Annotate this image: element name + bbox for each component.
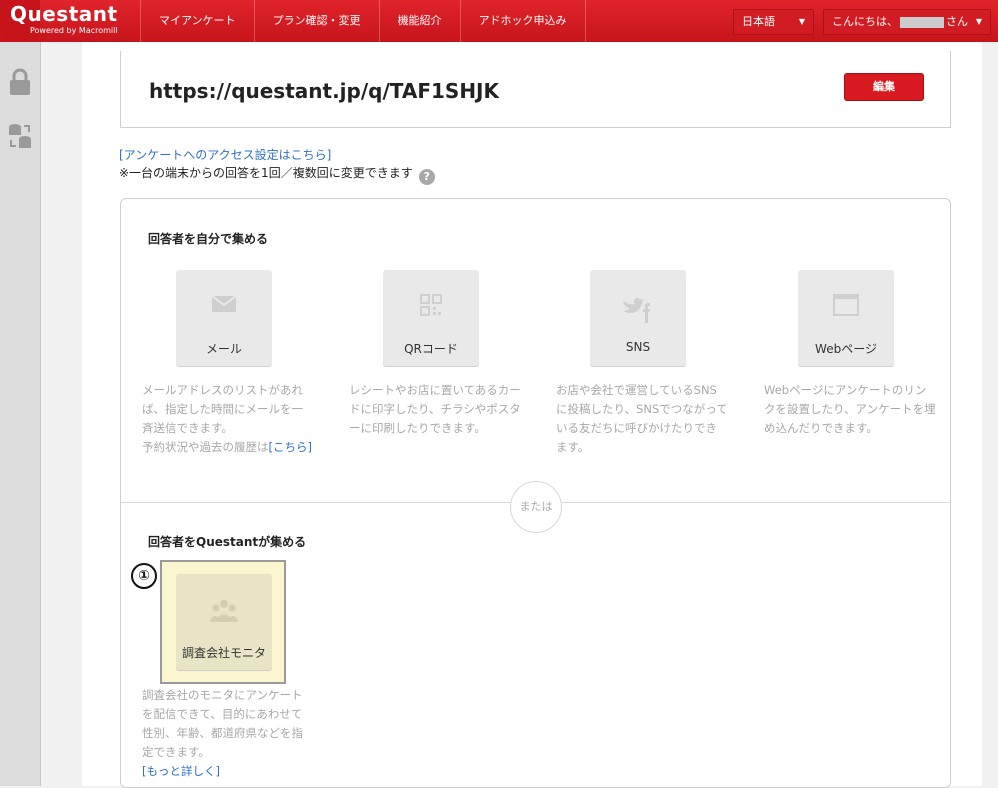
research-monitor-card[interactable]: 調査会社モニタ [176, 574, 272, 670]
logo[interactable]: Questant Powered by Macromill [10, 2, 118, 35]
language-label: 日本語 [742, 15, 775, 28]
chevron-down-icon: ▼ [975, 17, 982, 26]
user-greeting: こんにちは、 [832, 15, 898, 28]
note-text: ※一台の端末からの回答を1回／複数回に変更できます [119, 166, 413, 180]
mail-card[interactable]: メール [176, 270, 272, 366]
research-monitor-label: 調査会社モニタ [181, 646, 266, 660]
top-bar: Questant Powered by Macromill マイアンケート プラ… [0, 0, 998, 50]
edit-button[interactable]: 編集 [844, 73, 924, 101]
qr-code-desc: レシートやお店に置いてあるカードに印字したり、チラシやポスターに印刷したりできま… [349, 383, 521, 435]
sns-card[interactable]: SNS [590, 270, 686, 366]
twitter-facebook-icon [590, 294, 686, 324]
envelope-icon [176, 294, 272, 324]
self-collect-title: 回答者を自分で集める [148, 232, 269, 246]
logo-sub: Powered by Macromill [30, 26, 118, 35]
survey-url[interactable]: https://questant.jp/q/TAF1SHJK [149, 79, 499, 103]
database-transfer-icon[interactable] [7, 122, 33, 150]
web-page-desc: Webページにアンケートのリンクを設置したり、アンケートを埋め込んだりできます。 [764, 383, 936, 435]
qr-code-card-label: QRコード [404, 342, 458, 356]
annotation-marker: ① [131, 563, 157, 589]
sns-desc: お店や会社で運営しているSNSに投稿したり、SNSでつながっている友だちに呼びか… [556, 383, 728, 454]
browser-window-icon [798, 294, 894, 324]
nav-features[interactable]: 機能紹介 [380, 0, 461, 42]
nav-adhoc[interactable]: アドホック申込み [461, 0, 586, 42]
main-nav: マイアンケート プラン確認・変更 機能紹介 アドホック申込み [140, 0, 586, 42]
chevron-down-icon: ▼ [798, 17, 805, 26]
distribution-panel: 回答者を自分で集める メール メールアドレスのリストがあれば、指定した時間にメー… [120, 198, 951, 788]
qr-code-card[interactable]: QRコード [383, 270, 479, 366]
mail-desc-text: メールアドレスのリストがあれば、指定した時間にメールを一斉送信できます。 [142, 383, 303, 435]
mail-desc: メールアドレスのリストがあれば、指定した時間にメールを一斉送信できます。 予約状… [142, 381, 314, 457]
qr-code-icon [383, 294, 479, 324]
mail-history-text: 予約状況や過去の履歴は [142, 440, 269, 454]
mail-card-label: メール [205, 342, 242, 356]
help-icon[interactable]: ? [418, 169, 435, 185]
response-limit-note: ※一台の端末からの回答を1回／複数回に変更できます? [119, 164, 435, 185]
questant-collect-title: 回答者をQuestantが集める [148, 535, 307, 549]
user-menu[interactable]: こんにちは、 さん ▼ [823, 9, 991, 35]
monitor-desc: 調査会社のモニタにアンケートを配信できて、目的にあわせて性別、年齢、都道府県など… [142, 686, 312, 781]
access-settings-link[interactable]: [アンケートへのアクセス設定はこちら] [119, 146, 331, 163]
more-details-link[interactable]: [もっと詳しく] [142, 764, 220, 778]
nav-my-survey[interactable]: マイアンケート [140, 0, 255, 42]
monitor-card-highlight: 調査会社モニタ [160, 560, 286, 684]
left-sidebar [0, 42, 41, 786]
or-separator: または [510, 481, 562, 533]
lock-icon[interactable] [7, 68, 33, 96]
mail-history-link[interactable]: [こちら] [269, 440, 312, 454]
web-page-card-label: Webページ [815, 342, 877, 356]
monitor-desc-text: 調査会社のモニタにアンケートを配信できて、目的にあわせて性別、年齢、都道府県など… [142, 688, 303, 759]
logo-name: Questant [10, 2, 118, 26]
nav-plan[interactable]: プラン確認・変更 [255, 0, 380, 42]
user-name-redacted [900, 16, 944, 28]
web-page-card[interactable]: Webページ [798, 270, 894, 366]
survey-url-box: https://questant.jp/q/TAF1SHJK 編集 [120, 51, 951, 128]
user-suffix: さん [946, 15, 968, 28]
people-group-icon [176, 598, 272, 628]
language-select[interactable]: 日本語 ▼ [733, 9, 814, 35]
sns-card-label: SNS [625, 340, 651, 354]
